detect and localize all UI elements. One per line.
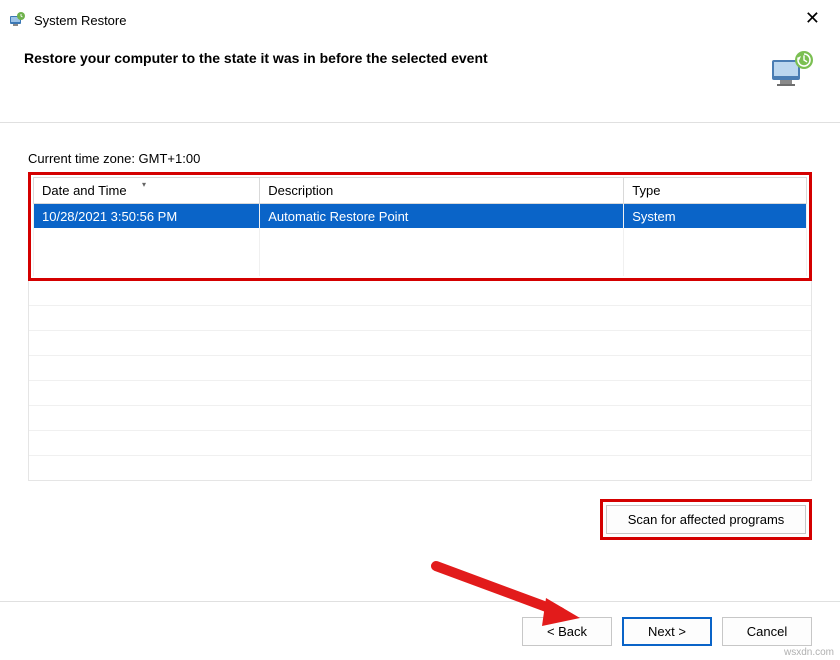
restore-points-highlight: Date and Time ▾ Description Type 10/28/2… <box>28 172 812 281</box>
col-date-time-label: Date and Time <box>42 183 127 198</box>
cancel-button[interactable]: Cancel <box>722 617 812 646</box>
scan-affected-programs-button[interactable]: Scan for affected programs <box>606 505 806 534</box>
titlebar: System Restore ✕ <box>0 0 840 36</box>
back-button[interactable]: < Back <box>522 617 612 646</box>
col-type[interactable]: Type <box>624 178 807 204</box>
scan-row: Scan for affected programs <box>0 481 840 540</box>
next-button[interactable]: Next > <box>622 617 712 646</box>
system-restore-window: System Restore ✕ Restore your computer t… <box>0 0 840 660</box>
cell-type: System <box>624 204 807 229</box>
cell-date: 10/28/2021 3:50:56 PM <box>34 204 260 229</box>
window-title: System Restore <box>34 13 126 28</box>
watermark: wsxdn.com <box>784 647 834 658</box>
restore-hero-icon <box>768 50 816 92</box>
col-description[interactable]: Description <box>260 178 624 204</box>
close-icon[interactable]: ✕ <box>795 6 830 31</box>
wizard-footer: < Back Next > Cancel <box>0 601 840 660</box>
app-icon <box>8 11 26 29</box>
page-heading: Restore your computer to the state it wa… <box>24 50 768 66</box>
table-row-empty <box>34 252 807 276</box>
sort-descending-icon: ▾ <box>142 180 146 189</box>
content-area: Current time zone: GMT+1:00 Date and Tim… <box>0 123 840 481</box>
timezone-label: Current time zone: GMT+1:00 <box>28 151 812 166</box>
table-empty-area <box>28 281 812 481</box>
table-row-empty <box>34 228 807 252</box>
col-date-time[interactable]: Date and Time ▾ <box>34 178 260 204</box>
restore-points-table[interactable]: Date and Time ▾ Description Type 10/28/2… <box>33 177 807 276</box>
table-row[interactable]: 10/28/2021 3:50:56 PM Automatic Restore … <box>34 204 807 229</box>
wizard-header: Restore your computer to the state it wa… <box>0 36 840 122</box>
scan-highlight: Scan for affected programs <box>600 499 812 540</box>
cell-description: Automatic Restore Point <box>260 204 624 229</box>
